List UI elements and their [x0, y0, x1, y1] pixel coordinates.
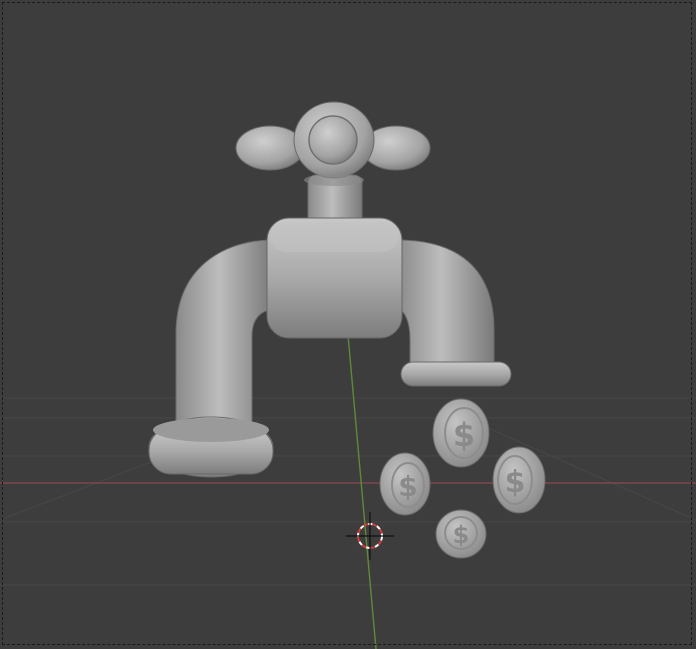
- viewport-canvas[interactable]: $ $ $ $: [0, 0, 696, 649]
- viewport-grid: [0, 397, 696, 586]
- faucet-body[interactable]: [266, 217, 403, 339]
- coin-top[interactable]: $: [432, 398, 490, 468]
- svg-text:$: $: [398, 470, 417, 503]
- faucet-handle[interactable]: [235, 101, 431, 186]
- coin-bottom[interactable]: $: [435, 509, 487, 559]
- svg-text:$: $: [453, 521, 470, 549]
- y-axis-line: [347, 334, 377, 649]
- coin-right[interactable]: $: [492, 446, 546, 514]
- svg-text:$: $: [453, 416, 475, 454]
- faucet-pipe-left[interactable]: [148, 239, 274, 478]
- 3d-viewport[interactable]: $ $ $ $: [0, 0, 696, 649]
- 3d-cursor-icon[interactable]: [346, 512, 394, 560]
- svg-text:$: $: [505, 465, 526, 500]
- coin-left[interactable]: $: [379, 452, 431, 516]
- faucet-spout-right[interactable]: [397, 239, 512, 387]
